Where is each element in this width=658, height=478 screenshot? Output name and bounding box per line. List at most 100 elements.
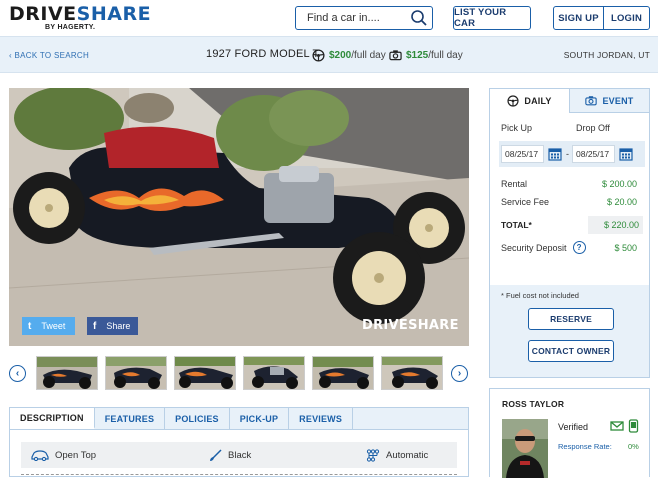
calendar-icon: [548, 147, 562, 161]
car-title: 1927 FORD MODEL T: [206, 48, 319, 60]
verified-label: Verified: [558, 422, 588, 432]
photo-watermark: DRIVESHARE: [362, 318, 459, 333]
event-price-suffix: /full day: [428, 50, 462, 61]
listing-subbar: ‹ BACK TO SEARCH 1927 FORD MODEL T $200/…: [0, 36, 658, 73]
dropoff-label: Drop Off: [576, 123, 610, 133]
total-label: TOTAL*: [501, 220, 532, 230]
booking-actions: * Fuel cost not included RESERVE CONTACT…: [490, 285, 649, 377]
feature-transmission: Automatic: [366, 449, 428, 462]
tab-features[interactable]: FEATURES: [95, 408, 165, 429]
facebook-icon: f: [93, 321, 96, 332]
help-icon[interactable]: ?: [573, 241, 586, 254]
booking-tabs: DAILY EVENT: [490, 89, 649, 113]
search-icon[interactable]: [410, 9, 428, 27]
list-your-car-button[interactable]: LIST YOUR CAR: [453, 6, 531, 30]
logo-share: SHARE: [77, 3, 151, 25]
driveshare-logo[interactable]: DRIVESHARE BY HAGERTY.: [9, 4, 151, 31]
login-button[interactable]: LOGIN: [603, 6, 650, 30]
avatar[interactable]: [502, 419, 548, 478]
thumbnail-image: [175, 357, 236, 390]
car-photo-illustration: [9, 88, 469, 346]
contact-owner-button[interactable]: CONTACT OWNER: [528, 340, 614, 362]
steering-wheel-icon: [507, 95, 519, 107]
logo-drive: DRIVE: [9, 3, 77, 25]
thumbnail-1[interactable]: [36, 356, 98, 390]
gearshift-icon: [366, 449, 380, 462]
owner-panel: ROSS TAYLOR Verified Response Rate: 0%: [489, 388, 650, 477]
car-main-photo[interactable]: [9, 88, 469, 346]
pickup-date-input[interactable]: [501, 145, 544, 163]
tab-event[interactable]: EVENT: [570, 89, 649, 113]
search-input[interactable]: [307, 12, 407, 24]
reserve-button[interactable]: RESERVE: [528, 308, 614, 330]
security-deposit-label: Security Deposit: [501, 243, 567, 253]
details-tabs: DESCRIPTION FEATURES POLICIES PICK-UP RE…: [9, 407, 469, 477]
tab-description[interactable]: DESCRIPTION: [10, 408, 95, 429]
logo-tagline: BY HAGERTY.: [45, 24, 151, 31]
avatar-image: [502, 419, 548, 478]
tab-reviews[interactable]: REVIEWS: [289, 408, 353, 429]
thumbnail-5[interactable]: [312, 356, 374, 390]
feature-label: Black: [228, 450, 251, 461]
security-deposit-label-wrap: Security Deposit ?: [501, 241, 586, 254]
thumbnail-image: [244, 357, 305, 390]
security-deposit-row: Security Deposit ? $ 500: [501, 241, 637, 254]
date-selector: -: [499, 141, 645, 167]
car-icon: [31, 450, 49, 461]
tweet-button[interactable]: t Tweet: [22, 317, 75, 335]
thumbnail-image: [382, 357, 443, 390]
total-row: TOTAL* $ 220.00: [499, 215, 643, 235]
tweet-label: Tweet: [41, 321, 65, 331]
owner-name[interactable]: ROSS TAYLOR: [502, 399, 564, 409]
pickup-label: Pick Up: [501, 123, 532, 133]
response-rate-value: 0%: [628, 442, 639, 451]
date-separator: -: [566, 149, 569, 159]
phone-verified-icon: [628, 419, 639, 433]
facebook-share-label: Share: [106, 321, 130, 331]
twitter-icon: t: [28, 321, 31, 332]
thumbnail-prev-button[interactable]: ‹: [9, 365, 26, 382]
service-fee-row: Service Fee $ 20.00: [501, 197, 637, 207]
feature-label: Automatic: [386, 450, 428, 461]
calendar-icon: [619, 147, 633, 161]
security-deposit-value: $ 500: [614, 243, 637, 253]
tab-event-label: EVENT: [602, 96, 633, 106]
thumbnail-3[interactable]: [174, 356, 236, 390]
feature-summary: Open Top Black Automatic: [21, 442, 457, 468]
car-location: SOUTH JORDAN, UT: [564, 50, 650, 60]
sign-up-button[interactable]: SIGN UP: [553, 6, 604, 30]
tab-pick-up[interactable]: PICK-UP: [230, 408, 289, 429]
event-price: $125/full day: [389, 49, 463, 61]
thumbnail-image: [106, 357, 167, 390]
rental-value: $ 200.00: [602, 179, 637, 189]
tab-daily[interactable]: DAILY: [490, 89, 570, 113]
booking-panel: DAILY EVENT Pick Up Drop Off -: [489, 88, 650, 378]
pickup-calendar-button[interactable]: [547, 146, 563, 162]
back-to-search-label: BACK TO SEARCH: [15, 51, 90, 60]
thumbnail-6[interactable]: [381, 356, 443, 390]
back-to-search-link[interactable]: ‹ BACK TO SEARCH: [9, 51, 89, 60]
rental-fee-row: Rental $ 200.00: [501, 179, 637, 189]
tab-daily-label: DAILY: [524, 96, 551, 106]
steering-wheel-icon: [312, 49, 325, 62]
divider: [21, 474, 457, 475]
thumbnail-next-button[interactable]: ›: [451, 365, 468, 382]
dropoff-date-input[interactable]: [572, 145, 615, 163]
thumbnail-image: [37, 357, 98, 390]
logo-wordmark: DRIVESHARE: [9, 4, 151, 24]
paintbrush-icon: [209, 449, 222, 462]
service-fee-value: $ 20.00: [607, 197, 637, 207]
response-rate-label: Response Rate:: [558, 442, 612, 451]
thumbnail-2[interactable]: [105, 356, 167, 390]
chevron-left-icon: ‹: [9, 51, 12, 60]
event-price-value: $125: [406, 50, 428, 61]
dropoff-calendar-button[interactable]: [618, 146, 634, 162]
tab-policies[interactable]: POLICIES: [165, 408, 230, 429]
thumbnail-image: [313, 357, 374, 390]
daily-price: $200/full day: [312, 49, 386, 62]
daily-price-suffix: /full day: [351, 50, 385, 61]
arrow-left-icon: ‹: [16, 368, 19, 379]
feature-color: Black: [209, 449, 251, 462]
thumbnail-4[interactable]: [243, 356, 305, 390]
facebook-share-button[interactable]: f Share: [87, 317, 138, 335]
